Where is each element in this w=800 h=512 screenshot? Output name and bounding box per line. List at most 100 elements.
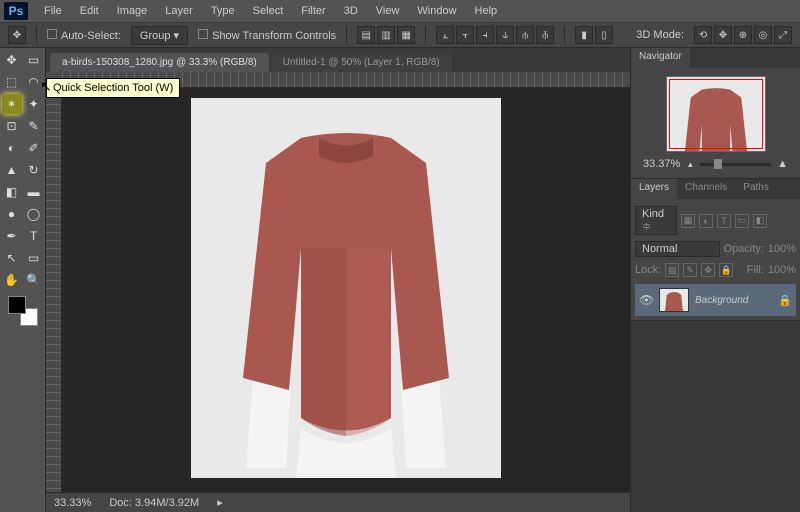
filter-type-icon[interactable]: T bbox=[717, 214, 731, 228]
menu-help[interactable]: Help bbox=[467, 2, 506, 20]
lock-position-icon[interactable]: ✥ bbox=[701, 263, 715, 277]
zoom-in-icon[interactable]: ▲ bbox=[777, 158, 788, 170]
blur-tool[interactable]: ● bbox=[2, 204, 22, 224]
path-tool[interactable]: ↖ bbox=[2, 248, 22, 268]
3d-icon[interactable]: ⤢ bbox=[774, 26, 792, 44]
dist-icon[interactable]: ⫠ bbox=[436, 26, 454, 44]
dist-icon[interactable]: ⫛ bbox=[516, 26, 534, 44]
menu-3d[interactable]: 3D bbox=[336, 2, 366, 20]
zoom-tool[interactable]: 🔍 bbox=[24, 270, 44, 290]
layer-thumb bbox=[659, 288, 689, 312]
ruler-vertical[interactable] bbox=[46, 88, 62, 492]
nav-zoom-slider[interactable] bbox=[700, 163, 771, 166]
lock-transparent-icon[interactable]: ▨ bbox=[665, 263, 679, 277]
layer-background[interactable]: 👁 Background 🔒 bbox=[635, 284, 796, 316]
3d-icon[interactable]: ◎ bbox=[754, 26, 772, 44]
document-area: a-birds-150308_1280.jpg @ 33.3% (RGB/8) … bbox=[46, 48, 630, 512]
dist-icon[interactable]: ⫞ bbox=[476, 26, 494, 44]
dist-icon[interactable]: ⫚ bbox=[536, 26, 554, 44]
distribute-buttons[interactable]: ⫠ ⫟ ⫞ ⫝ ⫛ ⫚ bbox=[436, 26, 554, 44]
filter-smart-icon[interactable]: ◧ bbox=[753, 214, 767, 228]
pen-tool[interactable]: ✒ bbox=[2, 226, 22, 246]
align-icon[interactable]: ▥ bbox=[377, 26, 395, 44]
lock-label: Lock: bbox=[635, 264, 661, 276]
navigator-tab[interactable]: Navigator bbox=[631, 48, 690, 68]
clone-stamp-tool[interactable]: ▲ bbox=[2, 160, 22, 180]
canvas[interactable] bbox=[62, 88, 630, 492]
menu-file[interactable]: File bbox=[36, 2, 70, 20]
nav-zoom-value[interactable]: 33.37% bbox=[643, 158, 680, 170]
layer-name[interactable]: Background bbox=[695, 295, 772, 306]
lock-all-icon[interactable]: 🔒 bbox=[719, 263, 733, 277]
photoshop-app: Ps File Edit Image Layer Type Select Fil… bbox=[0, 0, 800, 512]
menu-type[interactable]: Type bbox=[203, 2, 243, 20]
filter-adjust-icon[interactable]: ◐ bbox=[699, 214, 713, 228]
healing-brush-tool[interactable]: ◐ bbox=[2, 138, 22, 158]
crop-tool[interactable]: ⊡ bbox=[2, 116, 22, 136]
foreground-color[interactable] bbox=[8, 296, 26, 314]
auto-select-checkbox[interactable]: Auto-Select: bbox=[47, 29, 121, 42]
image-content bbox=[191, 98, 501, 478]
mode-3d-label: 3D Mode: bbox=[636, 29, 684, 41]
lock-icon[interactable]: 🔒 bbox=[778, 294, 792, 307]
layers-tab[interactable]: Layers bbox=[631, 179, 677, 199]
status-bar: 33.33% Doc: 3.94M/3.92M ▸ bbox=[46, 492, 630, 512]
auto-select-dropdown[interactable]: Group ▾ bbox=[131, 26, 188, 45]
eyedropper-tool[interactable]: ✎ bbox=[24, 116, 44, 136]
menu-window[interactable]: Window bbox=[409, 2, 464, 20]
hand-tool[interactable]: ✋ bbox=[2, 270, 22, 290]
menu-layer[interactable]: Layer bbox=[157, 2, 201, 20]
channels-tab[interactable]: Channels bbox=[677, 179, 735, 199]
align-icon[interactable]: ▤ bbox=[357, 26, 375, 44]
navigator-thumb[interactable] bbox=[666, 76, 766, 152]
dodge-tool[interactable]: ◯ bbox=[24, 204, 44, 224]
menu-filter[interactable]: Filter bbox=[293, 2, 333, 20]
move-tool[interactable]: ✥ bbox=[2, 50, 22, 70]
shape-tool[interactable]: ▭ bbox=[24, 248, 44, 268]
3d-icon[interactable]: ⊕ bbox=[734, 26, 752, 44]
color-swatches[interactable] bbox=[8, 296, 38, 326]
align-buttons[interactable]: ▤ ▥ ▦ bbox=[357, 26, 415, 44]
3d-icon[interactable]: ⟲ bbox=[694, 26, 712, 44]
opacity-label: Opacity: bbox=[724, 243, 764, 255]
fill-value[interactable]: 100% bbox=[768, 264, 796, 276]
dist-icon[interactable]: ⫝ bbox=[496, 26, 514, 44]
doc-tab-active[interactable]: a-birds-150308_1280.jpg @ 33.3% (RGB/8) bbox=[50, 53, 269, 72]
marquee-tool[interactable]: ⬚ bbox=[2, 72, 22, 92]
eraser-tool[interactable]: ◧ bbox=[2, 182, 22, 202]
menu-image[interactable]: Image bbox=[109, 2, 156, 20]
align-icon[interactable]: ▦ bbox=[397, 26, 415, 44]
menu-view[interactable]: View bbox=[368, 2, 408, 20]
blend-mode-dropdown[interactable]: Normal bbox=[635, 241, 720, 257]
status-arrow-icon[interactable]: ▸ bbox=[217, 496, 223, 509]
zoom-out-icon[interactable]: ▲ bbox=[686, 160, 694, 169]
panels: Navigator 33.37% ▲ ▲ bbox=[630, 48, 800, 512]
3d-icon[interactable]: ✥ bbox=[714, 26, 732, 44]
paths-tab[interactable]: Paths bbox=[735, 179, 777, 199]
ps-logo: Ps bbox=[4, 2, 28, 20]
options-bar: ✥ Auto-Select: Group ▾ Show Transform Co… bbox=[0, 22, 800, 48]
menu-select[interactable]: Select bbox=[245, 2, 292, 20]
dist-icon[interactable]: ⫟ bbox=[456, 26, 474, 44]
opacity-value[interactable]: 100% bbox=[768, 243, 796, 255]
brush-tool[interactable]: ✐ bbox=[24, 138, 44, 158]
magic-wand-tool[interactable]: ✦ bbox=[24, 94, 44, 114]
filter-kind-dropdown[interactable]: Kind ≑ bbox=[635, 206, 677, 235]
type-tool[interactable]: T bbox=[24, 226, 44, 246]
arrange-icon[interactable]: ▯ bbox=[595, 26, 613, 44]
gradient-tool[interactable]: ▬ bbox=[24, 182, 44, 202]
move-tool-icon: ✥ bbox=[8, 26, 26, 44]
navigator-panel: Navigator 33.37% ▲ ▲ bbox=[631, 48, 800, 179]
lock-paint-icon[interactable]: ✎ bbox=[683, 263, 697, 277]
history-brush-tool[interactable]: ↻ bbox=[24, 160, 44, 180]
show-transform-checkbox[interactable]: Show Transform Controls bbox=[198, 29, 336, 42]
menu-edit[interactable]: Edit bbox=[72, 2, 107, 20]
artboard-tool[interactable]: ▭ bbox=[24, 50, 44, 70]
doc-tab-inactive[interactable]: Untitled-1 @ 50% (Layer 1, RGB/8) bbox=[271, 53, 452, 72]
visibility-icon[interactable]: 👁 bbox=[639, 293, 653, 307]
filter-shape-icon[interactable]: ▭ bbox=[735, 214, 749, 228]
quick-selection-tool[interactable]: ✶ bbox=[2, 94, 22, 114]
filter-pixel-icon[interactable]: ▦ bbox=[681, 214, 695, 228]
status-zoom[interactable]: 33.33% bbox=[54, 497, 91, 509]
arrange-icon[interactable]: ▮ bbox=[575, 26, 593, 44]
